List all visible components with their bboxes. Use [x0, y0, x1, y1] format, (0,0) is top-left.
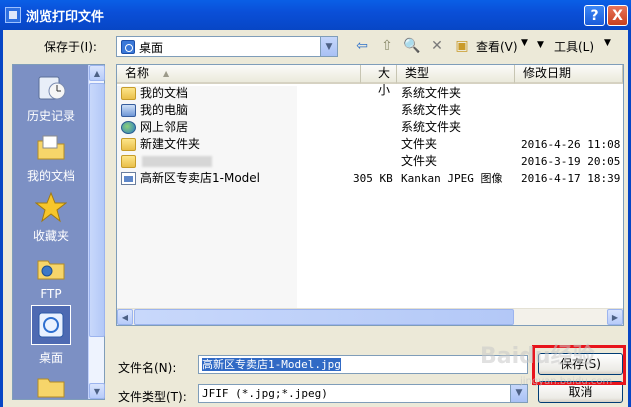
place-label: 我的文档	[26, 169, 75, 183]
app-icon	[5, 7, 21, 23]
desktop-icon	[121, 40, 135, 54]
documents-folder-icon	[121, 87, 136, 100]
desktop-icon	[31, 305, 71, 345]
filename-input[interactable]: 高新区专卖店1-Model.jpg	[198, 355, 528, 374]
place-my-documents[interactable]: 我的文档	[13, 131, 89, 184]
filetype-label: 文件类型(T):	[118, 390, 187, 404]
network-icon	[121, 121, 136, 134]
file-type: 系统文件夹	[401, 86, 462, 100]
favorites-icon	[34, 191, 68, 223]
file-type: Kankan JPEG 图像	[401, 172, 503, 185]
search-web-icon[interactable]: 🔍	[402, 37, 422, 55]
place-label: 桌面	[38, 351, 63, 365]
scrollbar-thumb[interactable]	[134, 309, 514, 325]
location-value: 桌面	[139, 41, 164, 55]
watermark-text: Baidu经验	[480, 344, 595, 369]
column-header-type[interactable]: 类型	[397, 65, 515, 84]
file-modified: 2016-3-19 20:05	[521, 155, 621, 168]
list-item[interactable]: 我的电脑 系统文件夹	[117, 102, 607, 119]
tools-dropdown-icon[interactable]: ▼	[604, 38, 611, 48]
file-modified: 2016-4-26 11:08	[521, 138, 621, 151]
filetype-dropdown[interactable]: JFIF (*.jpg;*.jpeg) ▼	[198, 384, 528, 403]
column-header-name[interactable]: 名称 ▲	[117, 65, 361, 84]
scroll-down-icon[interactable]: ▼	[89, 383, 105, 399]
column-header-size[interactable]: 大小	[361, 65, 397, 97]
file-size: 305 KB	[353, 172, 393, 185]
filename-value: 高新区专卖店1-Model.jpg	[202, 358, 341, 371]
back-icon[interactable]: ⇦	[352, 37, 372, 55]
window-title: 浏览打印文件	[26, 10, 105, 25]
column-modified-label: 修改日期	[523, 66, 572, 80]
sort-asc-icon: ▲	[163, 69, 170, 78]
scroll-right-icon[interactable]: ▶	[607, 309, 623, 325]
chevron-down-icon[interactable]: ▼	[320, 37, 337, 56]
up-folder-icon[interactable]: ⇧	[377, 37, 397, 55]
scroll-up-icon[interactable]: ▲	[89, 65, 105, 81]
column-name-label: 名称	[125, 66, 150, 80]
list-item[interactable]: 高新区专卖店1-Model 305 KB Kankan JPEG 图像 2016…	[117, 170, 620, 187]
file-modified: 2016-4-17 18:39	[521, 172, 621, 185]
folder-icon	[121, 155, 136, 168]
place-label: 收藏夹	[32, 229, 69, 243]
file-type: 文件夹	[401, 137, 438, 151]
window-frame-left	[0, 30, 3, 407]
scrollbar-thumb[interactable]	[89, 83, 105, 337]
tools-menu[interactable]: 工具(L)	[554, 38, 594, 55]
places-scrollbar[interactable]: ▲ ▼	[88, 65, 105, 399]
file-type: 系统文件夹	[401, 103, 462, 117]
place-favorites[interactable]: 收藏夹	[13, 191, 89, 244]
column-type-label: 类型	[405, 66, 430, 80]
delete-icon[interactable]: ✕	[427, 37, 447, 55]
file-name: 网上邻居	[140, 120, 189, 134]
list-item[interactable]: 网上邻居 系统文件夹	[117, 119, 607, 136]
file-name: 我的电脑	[140, 103, 189, 117]
tools-dropdown-arrow-icon[interactable]: ▼	[537, 40, 544, 50]
folder-icon	[35, 371, 67, 403]
watermark-subtext: jingyan.baidu.com	[520, 376, 613, 387]
place-history[interactable]: 历史记录	[13, 71, 89, 124]
list-item[interactable]: 我的文档 系统文件夹	[117, 85, 607, 102]
chevron-down-icon[interactable]: ▼	[510, 385, 527, 402]
horizontal-scrollbar[interactable]: ◀ ▶	[117, 308, 623, 325]
list-item[interactable]: 文件夹 2016-3-19 20:05	[117, 153, 620, 170]
folder-icon	[121, 138, 136, 151]
close-button[interactable]: X	[607, 5, 628, 26]
history-icon	[35, 71, 67, 103]
places-bar: 历史记录 我的文档 收藏夹 FTP 桌面 ▲ ▼	[12, 64, 105, 400]
ftp-icon	[35, 251, 67, 283]
filename-label: 文件名(N):	[118, 361, 177, 375]
filetype-value: JFIF (*.jpg;*.jpeg)	[202, 387, 328, 400]
place-more[interactable]	[13, 371, 89, 407]
place-label: FTP	[40, 287, 62, 301]
computer-icon	[121, 104, 136, 117]
view-menu[interactable]: 查看(V)	[476, 38, 518, 55]
save-in-label: 保存于(I):	[44, 40, 97, 54]
place-label: 历史记录	[26, 109, 75, 123]
file-name: 我的文档	[140, 86, 189, 100]
file-type: 文件夹	[401, 154, 438, 168]
column-header-modified[interactable]: 修改日期	[515, 65, 623, 84]
new-folder-icon[interactable]: ▣	[452, 37, 472, 55]
file-list[interactable]: 名称 ▲ 大小 类型 修改日期 我的文档 系统文件夹 我的电脑 系统文件夹 网上…	[116, 64, 624, 326]
file-name-redacted	[140, 153, 212, 170]
list-item[interactable]: 新建文件夹 文件夹 2016-4-26 11:08	[117, 136, 620, 153]
file-type: 系统文件夹	[401, 120, 462, 134]
file-name: 高新区专卖店1-Model	[140, 171, 260, 185]
place-ftp[interactable]: FTP	[13, 251, 89, 301]
file-name: 新建文件夹	[140, 137, 201, 151]
place-desktop[interactable]: 桌面	[13, 305, 89, 366]
help-button[interactable]: ?	[584, 5, 605, 26]
save-in-dropdown[interactable]: 桌面 ▼	[116, 36, 338, 57]
jpeg-file-icon	[121, 172, 136, 185]
title-bar: 浏览打印文件 ? X	[0, 0, 631, 30]
scroll-left-icon[interactable]: ◀	[117, 309, 133, 325]
my-documents-icon	[35, 131, 67, 163]
view-dropdown-icon[interactable]: ▼	[521, 38, 528, 48]
